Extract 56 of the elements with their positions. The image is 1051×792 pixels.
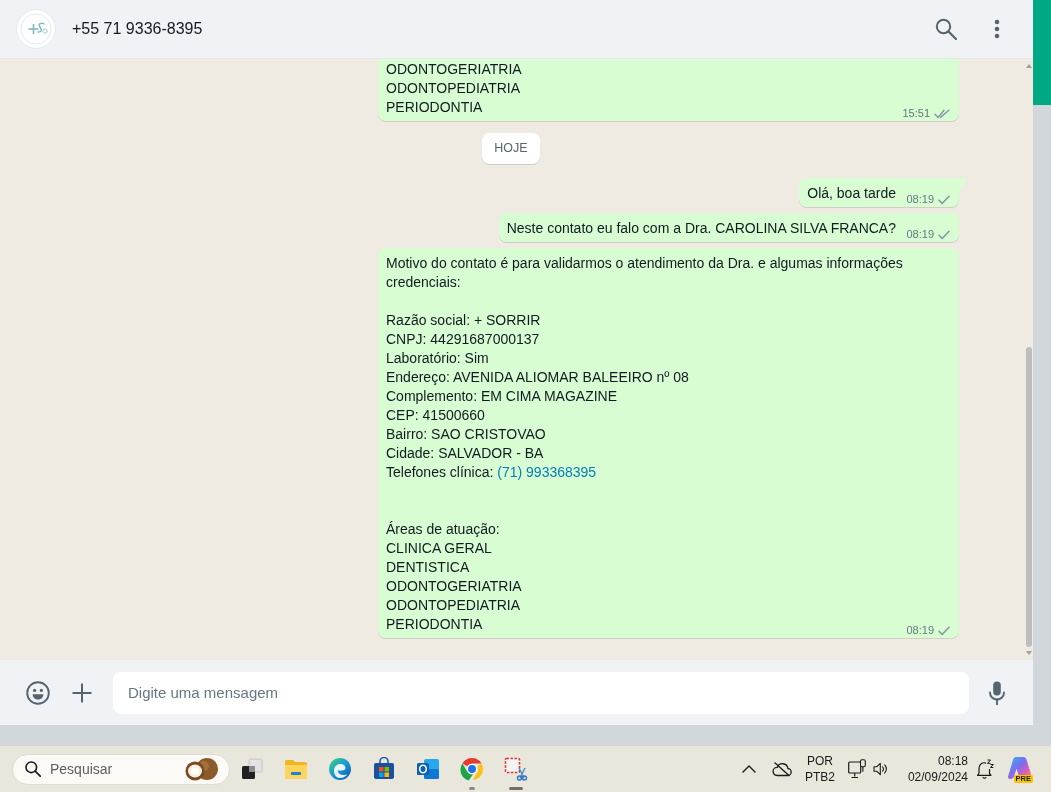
- shopping-bag-icon[interactable]: [372, 757, 396, 781]
- clock-date[interactable]: 02/09/2024: [907, 769, 968, 785]
- message-text: PERIODONTIA: [386, 99, 483, 115]
- round-browser-icon[interactable]: [460, 757, 484, 781]
- message-text: Endereço: AVENIDA ALIOMAR BALEEIRO nº 08: [386, 369, 689, 385]
- message-time: 08:19: [906, 227, 934, 242]
- message-text: Telefones clínica: (71) 993368395: [386, 464, 597, 480]
- message-time: 15:51: [902, 106, 930, 121]
- message-text: CNPJ: 44291687000137: [386, 331, 540, 347]
- message-text: CEP: 41500660: [386, 407, 485, 423]
- message-text: DENTISTICA: [386, 559, 470, 575]
- scissors-icon[interactable]: [504, 757, 528, 781]
- folder-icon[interactable]: [284, 757, 308, 781]
- message-text: Motivo do contato é para validarmos o atendimento da Dra. e algumas informações credenciais:: [386, 255, 903, 290]
- plus-icon[interactable]: [72, 682, 92, 703]
- emoji-icon[interactable]: [26, 680, 50, 705]
- message-text: ODONTOGERIATRIA: [386, 61, 522, 77]
- message-text: ODONTOPEDIATRIA: [386, 597, 521, 613]
- message-text: Áreas de atuação:: [386, 521, 500, 537]
- gradient-app-icon[interactable]: [1008, 756, 1032, 780]
- swirl-browser-icon[interactable]: [328, 757, 352, 781]
- scrollbar-thumb[interactable]: [1026, 347, 1032, 647]
- task-view-icon[interactable]: [240, 757, 264, 781]
- search-icon[interactable]: [935, 18, 957, 40]
- date-chip: HOJE: [482, 133, 540, 164]
- message-time: 08:19: [906, 623, 934, 638]
- message-input[interactable]: Digite uma mensagem: [113, 671, 969, 714]
- network-monitor-icon[interactable]: [848, 759, 866, 779]
- clock-time[interactable]: 08:18: [937, 753, 968, 769]
- message-time: 08:19: [906, 192, 934, 207]
- bell-snooze-icon[interactable]: [976, 759, 994, 779]
- message-text: Neste contato eu falo com a Dra. CAROLINA SILVA FRANCA?: [506, 220, 896, 236]
- microphone-icon[interactable]: [989, 680, 1005, 705]
- phone-link[interactable]: (71) 993368395: [497, 464, 597, 480]
- keyboard-layout[interactable]: PTB2: [805, 769, 835, 785]
- speaker-icon[interactable]: [873, 762, 888, 776]
- contact-phone: +55 71 9336-8395: [72, 19, 203, 39]
- message-text: Razão social: + SORRIR: [386, 312, 541, 328]
- taskbar-search-input[interactable]: Pesquisar: [50, 758, 170, 780]
- chevron-up-icon[interactable]: [742, 765, 756, 773]
- message-text: Cidade: SALVADOR - BA: [386, 445, 544, 461]
- message-text: ODONTOGERIATRIA: [386, 578, 522, 594]
- message-text: PERIODONTIA: [386, 616, 483, 632]
- input-language[interactable]: POR: [807, 753, 833, 769]
- coconut-icon: [183, 757, 219, 781]
- message-text: Complemento: EM CIMA MAGAZINE: [386, 388, 618, 404]
- message-text: ODONTOPEDIATRIA: [386, 80, 521, 96]
- message-text: Olá, boa tarde: [807, 185, 896, 201]
- search-icon: [25, 761, 41, 777]
- taskbar-search-field[interactable]: Pesquisar: [12, 753, 230, 785]
- cloud-off-icon[interactable]: [772, 761, 792, 777]
- message-text: CLINICA GERAL: [386, 540, 492, 556]
- message-text: Bairro: SAO CRISTOVAO: [386, 426, 546, 442]
- message-text: Laboratório: Sim: [386, 350, 489, 366]
- mail-app-icon[interactable]: [416, 757, 440, 781]
- menu-icon[interactable]: [994, 19, 1000, 39]
